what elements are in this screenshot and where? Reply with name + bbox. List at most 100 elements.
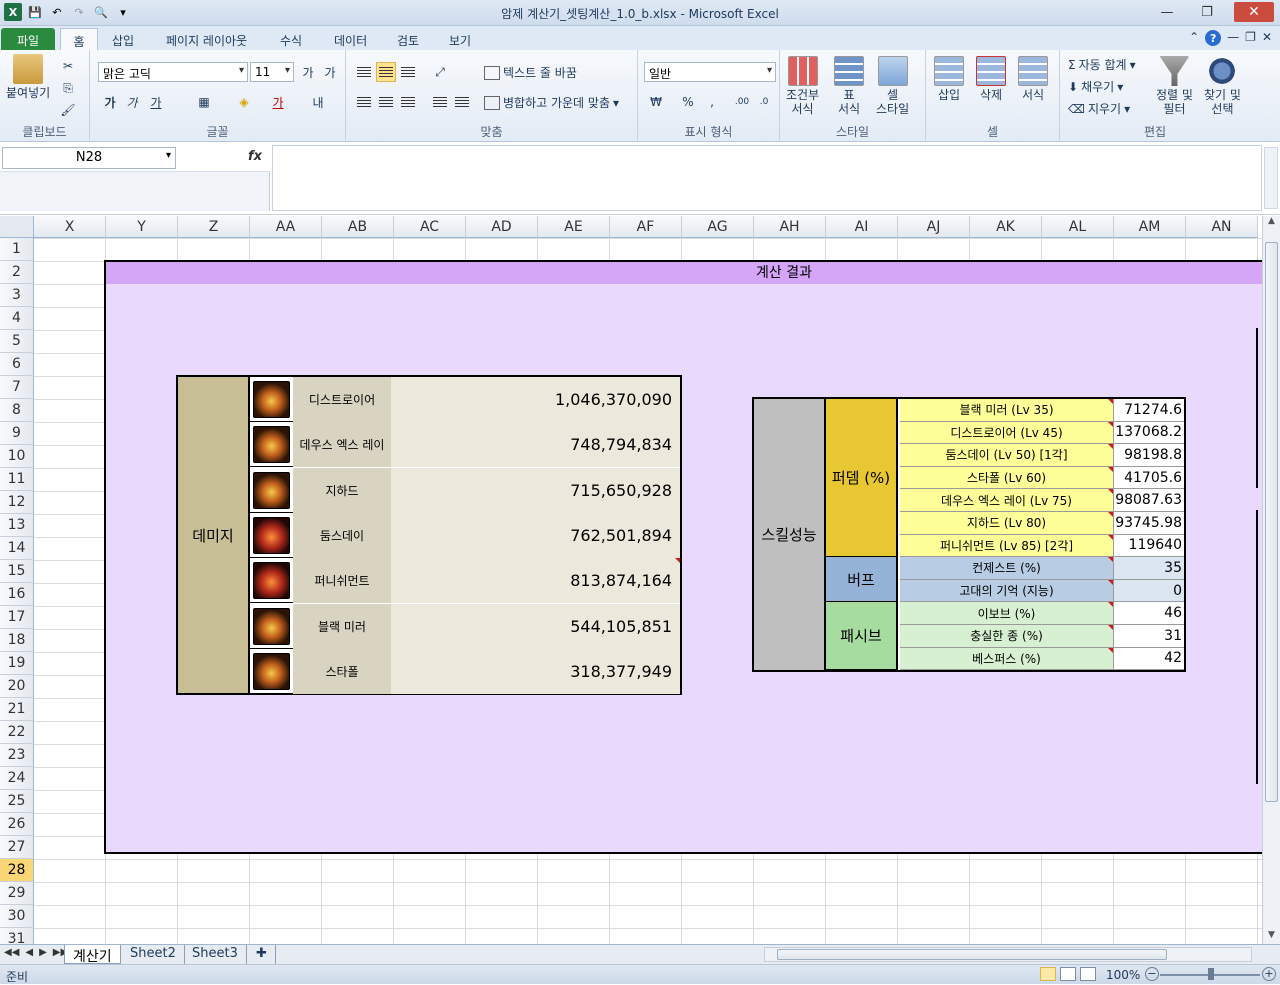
comment-indicator[interactable] [1108,444,1113,450]
row-header[interactable]: 7 [0,376,34,399]
damage-value[interactable]: 1,046,370,090 [391,377,680,422]
damage-value[interactable]: 813,874,164 [391,558,680,604]
border-icon[interactable]: ▦ [194,92,214,112]
row-header[interactable]: 31 [0,928,34,944]
row-header[interactable]: 29 [0,882,34,905]
comment-indicator[interactable] [1108,534,1113,540]
first-sheet-icon[interactable]: ◀◀ [4,947,19,958]
column-header[interactable]: AF [610,216,682,238]
column-header[interactable]: AI [826,216,898,238]
skill-value[interactable]: 31 [1114,625,1184,647]
grow-font-icon[interactable]: 가 [298,62,318,82]
row-header[interactable]: 11 [0,468,34,491]
format-table-button[interactable]: 표 서식 [834,56,864,116]
row-header[interactable]: 3 [0,284,34,307]
sheet-tab-sheet2[interactable]: Sheet2 [122,945,185,964]
font-name-combo[interactable]: 맑은 고딕 [98,62,248,82]
zoom-slider-knob[interactable] [1208,968,1214,980]
row-header[interactable]: 15 [0,560,34,583]
row-header[interactable]: 8 [0,399,34,422]
sheet-tab-calculator[interactable]: 계산기 [64,945,121,965]
insert-function-icon[interactable]: fx [248,149,262,164]
tab-data[interactable]: 데이터 [326,28,375,50]
underline-icon[interactable]: 가 [146,92,166,112]
comment-indicator[interactable] [675,558,680,564]
skill-value[interactable]: 35 [1114,557,1184,579]
scroll-up-icon[interactable]: ▲ [1263,216,1280,230]
comment-indicator[interactable] [1108,421,1113,427]
horizontal-scrollbar[interactable] [764,947,1252,962]
column-header[interactable]: X [34,216,106,238]
sort-filter-button[interactable]: 정렬 및 필터 [1156,56,1193,116]
row-header[interactable]: 1 [0,238,34,261]
restore-button[interactable]: ❐ [1194,2,1220,22]
column-header[interactable]: AC [394,216,466,238]
tab-review[interactable]: 검토 [389,28,427,50]
format-painter-icon[interactable]: 🖌 [58,100,78,120]
row-header[interactable]: 12 [0,491,34,514]
decrease-indent-icon[interactable] [430,92,450,112]
clear-button[interactable]: ⌫ 지우기 ▾ [1068,100,1130,117]
doc-close-icon[interactable]: ✕ [1262,30,1272,46]
row-header[interactable]: 10 [0,445,34,468]
comment-indicator[interactable] [1108,647,1113,653]
skill-value[interactable]: 137068.2 [1114,421,1184,444]
column-header[interactable]: AB [322,216,394,238]
skill-value[interactable]: 93745.98 [1114,512,1184,534]
zoom-level[interactable]: 100% [1106,968,1140,982]
damage-value[interactable]: 715,650,928 [391,467,680,513]
row-header[interactable]: 6 [0,353,34,376]
row-header[interactable]: 17 [0,606,34,629]
font-size-combo[interactable]: 11 [250,62,294,82]
currency-icon[interactable]: ₩ [646,92,666,112]
column-header[interactable]: AG [682,216,754,238]
delete-cells-button[interactable]: 삭제 [976,56,1006,102]
page-layout-view-icon[interactable] [1060,967,1076,981]
align-center-icon[interactable] [376,92,396,112]
help-icon[interactable]: ? [1205,30,1222,46]
row-header[interactable]: 26 [0,813,34,836]
shrink-font-icon[interactable]: 가 [320,62,340,82]
skill-value[interactable]: 71274.6 [1114,399,1184,421]
vertical-scrollbar[interactable]: ▲ ▼ [1262,216,1280,944]
column-header[interactable]: Y [106,216,178,238]
column-header[interactable]: AA [250,216,322,238]
row-header[interactable]: 24 [0,767,34,790]
tab-home[interactable]: 홈 [60,28,98,50]
increase-indent-icon[interactable] [452,92,472,112]
tab-formulas[interactable]: 수식 [272,28,310,50]
damage-value[interactable]: 762,501,894 [391,512,680,558]
prev-sheet-icon[interactable]: ◀ [25,947,33,958]
wrap-text-button[interactable]: 텍스트 줄 바꿈 [484,64,577,81]
tab-insert[interactable]: 삽입 [104,28,142,50]
column-header[interactable]: AN [1186,216,1258,238]
comment-indicator[interactable] [1108,489,1113,495]
align-top-icon[interactable] [354,62,374,82]
sheet-tab-sheet3[interactable]: Sheet3 [184,945,247,964]
column-header[interactable]: AK [970,216,1042,238]
tab-view[interactable]: 보기 [441,28,479,50]
row-header[interactable]: 20 [0,675,34,698]
find-select-button[interactable]: 찾기 및 선택 [1204,56,1241,116]
tab-page-layout[interactable]: 페이지 레이아웃 [158,28,255,50]
column-header[interactable]: AD [466,216,538,238]
damage-value[interactable]: 748,794,834 [391,422,680,468]
row-header[interactable]: 18 [0,629,34,652]
row-header[interactable]: 27 [0,836,34,859]
column-header[interactable]: AM [1114,216,1186,238]
column-header[interactable]: Z [178,216,250,238]
row-header[interactable]: 25 [0,790,34,813]
fill-color-icon[interactable]: ◈ [234,92,254,112]
percent-icon[interactable]: % [678,92,698,112]
horizontal-scroll-thumb[interactable] [777,949,1167,960]
comment-indicator[interactable] [1108,625,1113,630]
align-right-icon[interactable] [398,92,418,112]
normal-view-icon[interactable] [1040,967,1056,981]
name-box[interactable]: N28 [2,147,176,169]
cell-styles-button[interactable]: 셀 스타일 [876,56,909,116]
formula-input[interactable] [272,145,1262,211]
select-all-corner[interactable] [0,216,34,238]
bold-icon[interactable]: 가 [100,92,120,112]
copy-icon[interactable]: ⎘ [58,78,78,98]
autosum-button[interactable]: Σ 자동 합계 ▾ [1068,56,1136,73]
